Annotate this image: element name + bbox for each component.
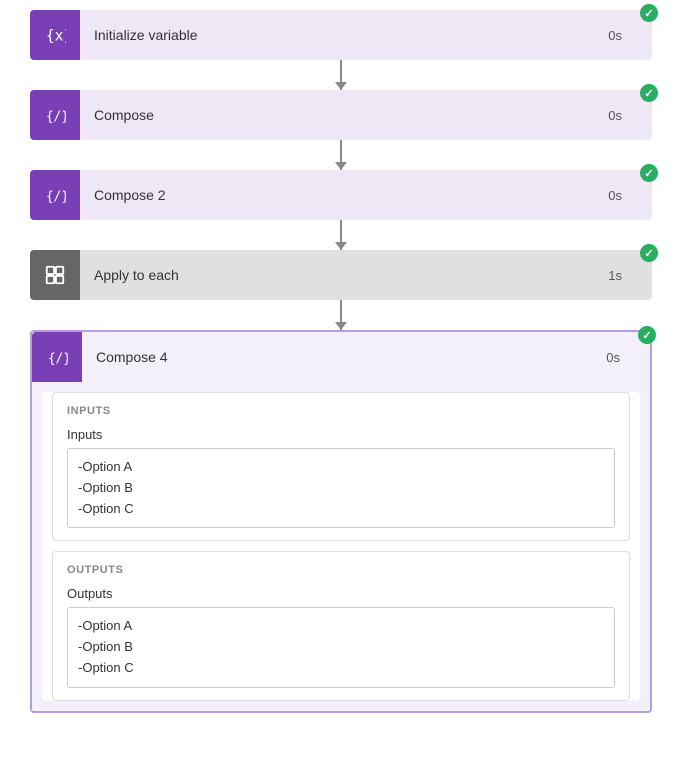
compose2-label: Compose 2 xyxy=(80,187,608,203)
input-line-1: -Option A xyxy=(78,457,604,478)
apply-each-duration: 1s xyxy=(608,268,652,283)
compose4-success-badge xyxy=(638,326,656,344)
arrow-4 xyxy=(340,300,342,330)
compose2-duration: 0s xyxy=(608,188,652,203)
compose2-success-badge xyxy=(640,164,658,182)
step-compose4-container: {/} Compose 4 0s INPUTS Inputs -Option A… xyxy=(30,330,652,713)
step-compose2[interactable]: {/} Compose 2 0s xyxy=(30,170,652,220)
step-compose[interactable]: {/} Compose 0s xyxy=(30,90,652,140)
outputs-section-label: OUTPUTS xyxy=(67,564,615,576)
init-var-duration: 0s xyxy=(608,28,652,43)
arrow-3 xyxy=(340,220,342,250)
arrow-1 xyxy=(340,60,342,90)
init-var-label: Initialize variable xyxy=(80,27,608,43)
step-compose4-header[interactable]: {/} Compose 4 0s xyxy=(32,332,650,382)
apply-each-icon xyxy=(30,250,80,300)
svg-text:{/}: {/} xyxy=(48,352,68,367)
compose4-duration: 0s xyxy=(606,350,650,365)
arrow-2 xyxy=(340,140,342,170)
flow-container: {x} Initialize variable 0s {/} Compose 0… xyxy=(0,0,682,733)
inputs-field-label: Inputs xyxy=(67,427,615,442)
init-var-success-badge xyxy=(640,4,658,22)
compose-label: Compose xyxy=(80,107,608,123)
apply-each-label: Apply to each xyxy=(80,267,608,283)
apply-each-success-badge xyxy=(640,244,658,262)
outputs-field-label: Outputs xyxy=(67,586,615,601)
init-var-icon: {x} xyxy=(30,10,80,60)
inputs-section-label: INPUTS xyxy=(67,405,615,417)
outputs-value-box: -Option A -Option B -Option C xyxy=(67,607,615,687)
step-init-var[interactable]: {x} Initialize variable 0s xyxy=(30,10,652,60)
compose2-icon: {/} xyxy=(30,170,80,220)
outputs-section: OUTPUTS Outputs -Option A -Option B -Opt… xyxy=(52,551,630,700)
compose-duration: 0s xyxy=(608,108,652,123)
step-apply-each[interactable]: Apply to each 1s xyxy=(30,250,652,300)
compose4-label: Compose 4 xyxy=(82,349,606,365)
output-line-2: -Option B xyxy=(78,637,604,658)
compose-success-badge xyxy=(640,84,658,102)
inputs-value-box: -Option A -Option B -Option C xyxy=(67,448,615,528)
svg-text:{/}: {/} xyxy=(46,190,66,205)
compose4-icon: {/} xyxy=(32,332,82,382)
inputs-section: INPUTS Inputs -Option A -Option B -Optio… xyxy=(52,392,630,541)
svg-text:{x}: {x} xyxy=(46,28,66,45)
output-line-1: -Option A xyxy=(78,616,604,637)
svg-text:{/}: {/} xyxy=(46,110,66,125)
compose-icon: {/} xyxy=(30,90,80,140)
input-line-3: -Option C xyxy=(78,499,604,520)
compose4-body: INPUTS Inputs -Option A -Option B -Optio… xyxy=(42,392,640,701)
input-line-2: -Option B xyxy=(78,478,604,499)
output-line-3: -Option C xyxy=(78,658,604,679)
